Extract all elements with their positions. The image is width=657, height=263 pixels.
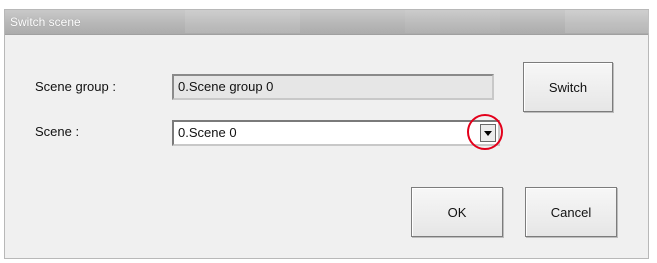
switch-button[interactable]: Switch (523, 62, 613, 112)
title-bar[interactable]: Switch scene (5, 10, 649, 35)
scene-group-field: 0.Scene group 0 (172, 74, 494, 100)
scene-select-value: 0.Scene 0 (178, 125, 237, 140)
window-title: Switch scene (10, 15, 81, 29)
highlight-circle (467, 114, 503, 150)
cancel-button[interactable]: Cancel (525, 187, 617, 237)
scene-group-label: Scene group : (35, 79, 116, 94)
scene-select[interactable]: 0.Scene 0 (172, 120, 500, 146)
switch-scene-dialog: Switch scene Scene group : 0.Scene group… (4, 9, 649, 259)
scene-label: Scene : (35, 124, 80, 139)
ok-button[interactable]: OK (411, 187, 503, 237)
